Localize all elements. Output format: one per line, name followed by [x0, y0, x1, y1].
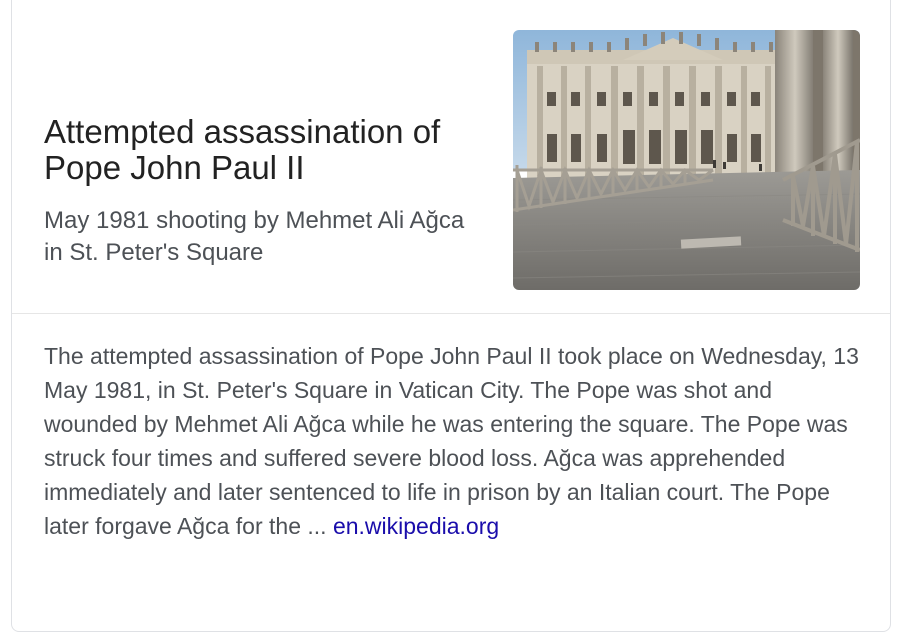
panel-subtitle: May 1981 shooting by Mehmet Ali Ağca in …: [44, 207, 465, 266]
section-divider: [12, 313, 890, 314]
panel-description: The attempted assassination of Pope John…: [44, 339, 864, 543]
description-text: The attempted assassination of Pope John…: [44, 343, 859, 539]
panel-title: Attempted assassination of Pope John Pau…: [44, 113, 441, 186]
source-link[interactable]: en.wikipedia.org: [333, 513, 499, 539]
photo-graphic: [513, 30, 860, 290]
panel-header: Attempted assassination of Pope John Pau…: [12, 0, 890, 313]
knowledge-panel-card: Attempted assassination of Pope John Pau…: [11, 0, 891, 632]
st-peters-square-photo[interactable]: [513, 30, 860, 290]
